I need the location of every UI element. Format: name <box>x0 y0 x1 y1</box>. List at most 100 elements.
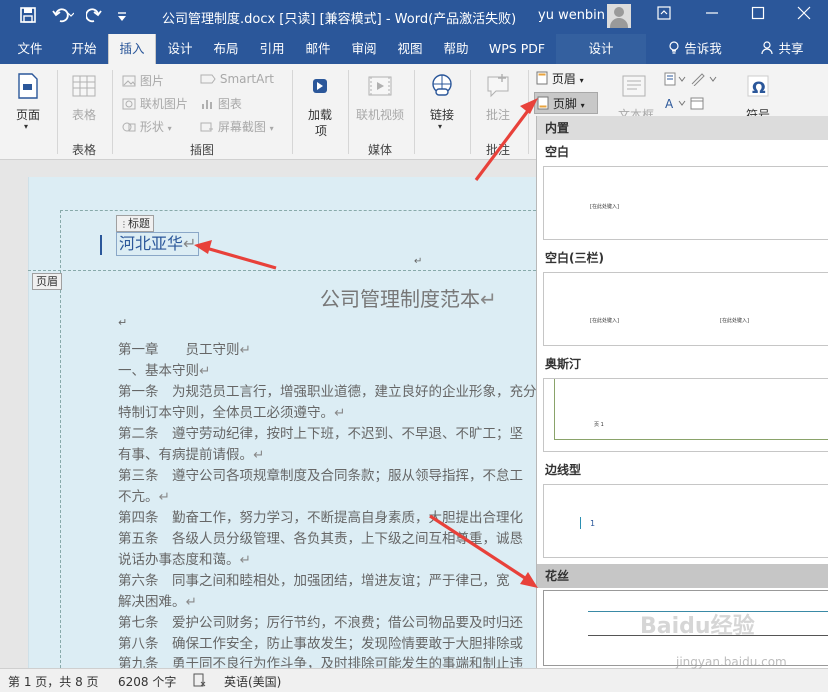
addins-button[interactable]: 加载 项 <box>298 70 342 138</box>
chevron-down-icon: ▾ <box>579 76 584 85</box>
signature-line-icon[interactable] <box>690 72 722 89</box>
gallery-item-austin[interactable]: 页 1 <box>543 378 828 452</box>
customize-qa-icon[interactable] <box>116 9 128 27</box>
date-time-icon[interactable] <box>690 96 710 113</box>
line-text: 一、基本守则 <box>118 363 199 379</box>
tab-references[interactable]: 引用 <box>250 34 294 64</box>
document-line: 第七条 爱护公司财务；厉行节约，不浪费；借公司物品要及时归还 <box>118 611 523 631</box>
footer-gallery[interactable]: 内置 空白 [在此处键入] 空白(三栏) [在此处键入] [在此处键入] 奥斯汀… <box>536 116 828 692</box>
link-label: 链接 <box>429 108 454 122</box>
line-text: 说话办事态度和蔼。 <box>118 552 240 568</box>
svg-text:Ω: Ω <box>752 78 766 97</box>
gallery-item-sideline[interactable]: 1 <box>543 484 828 558</box>
gallery-item-title: 奥斯汀 <box>545 357 582 371</box>
group-label-comments: 批注 <box>485 143 510 157</box>
thumb-placeholder: [在此处键入] <box>590 204 619 210</box>
line-text: 第八条 确保工作安全，防止事故发生；发现险情要敢于大胆排除或 <box>118 636 523 652</box>
tell-me[interactable]: 告诉我 <box>660 34 730 64</box>
tab-mailings[interactable]: 邮件 <box>296 34 340 64</box>
line-text: 不亢。 <box>118 489 159 505</box>
chart-button[interactable]: 图表 <box>200 95 242 112</box>
chevron-down-icon: ▾ <box>167 124 172 133</box>
tab-wps-pdf[interactable]: WPS PDF <box>484 34 550 64</box>
page-count[interactable]: 第 1 页，共 8 页 <box>8 673 99 690</box>
share-button[interactable]: 共享 <box>756 34 808 64</box>
store-icon <box>306 72 334 103</box>
divider <box>414 70 415 154</box>
lightbulb-icon <box>668 41 684 56</box>
line-text: 有事、有病提前请假。 <box>118 447 253 463</box>
addins-label-2: 项 <box>314 124 327 138</box>
smartart-button[interactable]: SmartArt <box>200 72 274 86</box>
header-text-field[interactable]: 河北亚华↵ <box>116 232 200 256</box>
gallery-item-blank-three-column[interactable]: [在此处键入] [在此处键入] <box>543 272 828 346</box>
redo-icon[interactable] <box>85 7 102 27</box>
document-title-text: 公司管理制度范本 <box>320 287 480 311</box>
link-button[interactable]: 链接 ▾ <box>420 70 464 134</box>
person-icon <box>760 41 779 56</box>
document-title[interactable]: 公司管理制度范本↵ <box>320 283 497 312</box>
screenshot-icon <box>200 120 218 134</box>
user-name[interactable]: yu wenbin <box>538 8 605 23</box>
pages-button[interactable]: 页面 ▾ <box>6 70 50 134</box>
undo-icon[interactable] <box>52 7 75 27</box>
tab-review[interactable]: 审阅 <box>342 34 386 64</box>
line-text: 第六条 同事之间和睦相处，加强团结，增进友谊；严于律己，宽 <box>118 573 510 589</box>
tab-file[interactable]: 文件 <box>8 34 52 64</box>
thumb-page-number: 1 <box>590 519 596 528</box>
tab-home[interactable]: 开始 <box>62 34 106 64</box>
close-icon[interactable] <box>797 6 811 24</box>
shapes-button[interactable]: 形状 ▾ <box>122 118 172 135</box>
picture-button[interactable]: 图片 <box>122 72 164 89</box>
minimize-icon[interactable] <box>705 6 719 24</box>
word-count[interactable]: 6208 个字 <box>118 673 176 690</box>
ribbon-display-icon[interactable] <box>657 6 671 24</box>
line-text: 特制订本守则，全体员工必须遵守。 <box>118 405 334 421</box>
tab-design[interactable]: 设计 <box>158 34 202 64</box>
footer-button[interactable]: 页脚 ▾ <box>534 92 598 114</box>
shapes-icon <box>122 120 140 134</box>
divider <box>348 70 349 154</box>
tab-view[interactable]: 视图 <box>388 34 432 64</box>
thumb-placeholder: [在此处键入] <box>720 318 749 324</box>
language[interactable]: 英语(美国) <box>224 673 281 690</box>
avatar[interactable] <box>607 4 631 28</box>
line-text: 第一章 员工守则 <box>118 342 240 358</box>
divider <box>112 70 113 154</box>
document-line: 特制订本守则，全体员工必须遵守。↵ <box>118 401 345 421</box>
screenshot-button[interactable]: 屏幕截图 ▾ <box>200 118 274 135</box>
online-video-button[interactable]: 联机视频 <box>352 70 408 134</box>
paragraph-mark-icon: ↵ <box>185 594 197 610</box>
maximize-icon[interactable] <box>751 6 765 24</box>
header-boundary-top <box>60 210 536 211</box>
tell-me-label: 告诉我 <box>684 41 722 56</box>
header-button[interactable]: 页眉 ▾ <box>536 70 596 90</box>
online-picture-button[interactable]: 联机图片 <box>122 95 188 112</box>
document-line: 有事、有病提前请假。↵ <box>118 443 264 463</box>
comment-label: 批注 <box>485 108 510 122</box>
table-button[interactable]: 表格 <box>62 70 106 134</box>
paragraph-mark-icon: ↵ <box>239 552 251 568</box>
smartart-label: SmartArt <box>219 72 274 86</box>
addins-label: 加载 <box>307 108 332 122</box>
tab-header-footer-design[interactable]: 设计 <box>556 34 646 64</box>
drag-handle-icon: ⋮ <box>120 220 128 229</box>
document-line: 解决困难。↵ <box>118 590 197 610</box>
gallery-item-blank[interactable]: [在此处键入] <box>543 166 828 240</box>
gallery-section-builtin: 内置 <box>537 116 828 140</box>
footer-icon <box>537 96 553 111</box>
comment-button[interactable]: 批注 <box>476 70 520 134</box>
document-line: 第二条 遵守劳动纪律，按时上下班，不迟到、不早退、不旷工；坚 <box>118 422 523 442</box>
tab-help[interactable]: 帮助 <box>434 34 478 64</box>
smartart-icon <box>200 72 220 86</box>
tab-layout[interactable]: 布局 <box>204 34 248 64</box>
chart-icon <box>200 97 218 111</box>
chevron-down-icon: ▾ <box>24 122 29 131</box>
divider <box>470 70 471 154</box>
svg-text:A: A <box>665 97 674 110</box>
tab-insert[interactable]: 插入 <box>108 34 156 64</box>
header-label-tag: 页眉 <box>32 273 62 290</box>
save-icon[interactable] <box>20 7 36 27</box>
proofing-icon[interactable] <box>192 673 206 690</box>
content-control-tag[interactable]: ⋮标题 <box>116 215 154 232</box>
